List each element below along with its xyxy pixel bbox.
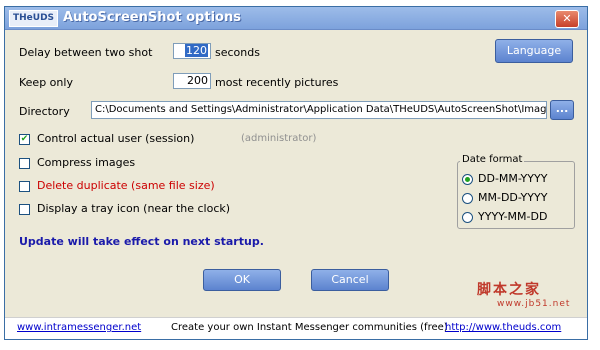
delay-unit: seconds xyxy=(215,46,260,59)
title-bar[interactable]: THeUDS AutoScreenShot options ✕ xyxy=(5,7,587,30)
delay-value: 120 xyxy=(185,44,208,57)
date-format-yyyymmdd-label[interactable]: YYYY-MM-DD xyxy=(478,210,547,223)
app-logo: THeUDS xyxy=(9,10,59,27)
tray-icon-checkbox[interactable] xyxy=(19,204,30,215)
control-user-checkbox[interactable]: ✔ xyxy=(19,134,30,145)
theuds-link[interactable]: http://www.theuds.com xyxy=(445,322,561,333)
compress-images-label[interactable]: Compress images xyxy=(37,156,135,169)
date-format-ddmmyyyy-label[interactable]: DD-MM-YYYY xyxy=(478,172,547,185)
date-format-mmddyyyy-label[interactable]: MM-DD-YYYY xyxy=(478,191,547,204)
watermark-url: www.jb51.net xyxy=(497,299,571,309)
control-user-label[interactable]: Control actual user (session) xyxy=(37,132,194,145)
date-format-yyyymmdd-radio[interactable] xyxy=(462,212,473,223)
window-title: AutoScreenShot options xyxy=(63,10,241,25)
directory-input[interactable]: C:\Documents and Settings\Administrator\… xyxy=(91,101,547,119)
delay-label: Delay between two shot xyxy=(19,46,153,59)
language-button[interactable]: Language xyxy=(495,39,573,63)
session-user-note: (administrator) xyxy=(241,133,317,144)
directory-label: Directory xyxy=(19,105,70,118)
date-format-mmddyyyy-radio[interactable] xyxy=(462,193,473,204)
delete-duplicate-label[interactable]: Delete duplicate (same file size) xyxy=(37,179,215,192)
tray-icon-label[interactable]: Display a tray icon (near the clock) xyxy=(37,202,230,215)
checkmark-icon: ✔ xyxy=(20,134,29,144)
restart-notice: Update will take effect on next startup. xyxy=(19,235,264,248)
close-button[interactable]: ✕ xyxy=(555,10,579,28)
footer-bar: www.intramessenger.net Create your own I… xyxy=(5,317,587,339)
delete-duplicate-checkbox[interactable] xyxy=(19,181,30,192)
keep-label: Keep only xyxy=(19,76,73,89)
options-window: THeUDS AutoScreenShot options ✕ Delay be… xyxy=(4,6,588,340)
footer-tagline: Create your own Instant Messenger commun… xyxy=(171,322,448,333)
date-format-ddmmyyyy-radio[interactable] xyxy=(462,174,473,185)
keep-value: 200 xyxy=(187,74,208,87)
keep-unit: most recently pictures xyxy=(215,76,339,89)
keep-input[interactable]: 200 xyxy=(173,73,211,89)
compress-images-checkbox[interactable] xyxy=(19,158,30,169)
intramessenger-link[interactable]: www.intramessenger.net xyxy=(17,322,141,333)
watermark-logo: 脚本之家 xyxy=(477,282,541,298)
date-format-title: Date format xyxy=(460,154,525,165)
radio-selected-dot xyxy=(465,177,470,182)
browse-button[interactable]: ... xyxy=(550,100,574,120)
ok-button[interactable]: OK xyxy=(203,269,281,291)
delay-input[interactable]: 120 xyxy=(173,43,211,59)
cancel-button[interactable]: Cancel xyxy=(311,269,389,291)
